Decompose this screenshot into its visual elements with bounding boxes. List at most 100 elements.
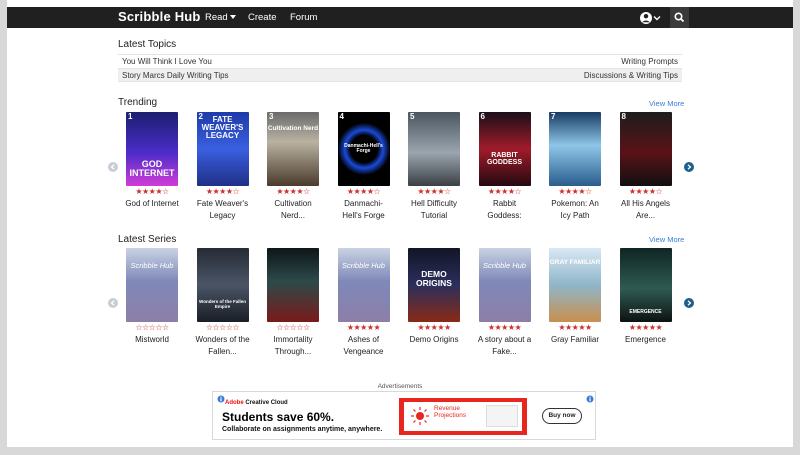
rating-stars: ☆☆☆☆☆ bbox=[276, 323, 310, 332]
series-card[interactable]: 7 ★★★★☆ Pokemon: An Icy Path bbox=[541, 112, 609, 222]
nav-forum[interactable]: Forum bbox=[290, 12, 317, 23]
series-title[interactable]: Hell Difficulty Tutorial bbox=[396, 198, 472, 222]
series-title-line: Emergence bbox=[625, 335, 666, 344]
series-card[interactable]: 4 Danmachi-Hell's Forge ★★★★☆ Danmachi- Hell… bbox=[330, 112, 398, 222]
nav-create[interactable]: Create bbox=[248, 12, 277, 23]
series-card[interactable]: GRAY FAMILIAR ★★★★★ Gray Familiar bbox=[541, 248, 609, 358]
series-title[interactable]: Wonders of the Fallen... bbox=[185, 334, 261, 358]
series-title-line: Fallen... bbox=[208, 347, 237, 356]
series-title-line: Goddess: bbox=[487, 211, 522, 220]
topic-title[interactable]: You Will Think I Love You bbox=[122, 57, 212, 66]
series-cover[interactable]: Scribble Hub bbox=[126, 248, 178, 322]
series-cover[interactable]: 8 bbox=[619, 112, 672, 186]
series-cover[interactable]: DEMO ORIGINS bbox=[408, 248, 460, 322]
series-card[interactable]: 6 RABBIT GODDESS ★★★★☆ Rabbit Goddess: bbox=[471, 112, 539, 222]
series-title[interactable]: Pokemon: An Icy Path bbox=[537, 198, 613, 222]
series-card[interactable]: 1 GOD INTERNET ★★★★☆ God of Internet bbox=[118, 112, 186, 222]
series-title-line: Gray Familiar bbox=[550, 335, 599, 344]
series-title[interactable]: Rabbit Goddess: bbox=[467, 198, 543, 222]
series-title[interactable]: God of Internet bbox=[114, 198, 190, 210]
rank-badge: 8 bbox=[621, 112, 626, 121]
series-title[interactable]: Demo Origins bbox=[396, 334, 472, 346]
series-card[interactable]: DEMO ORIGINS ★★★★★ Demo Origins bbox=[400, 248, 468, 358]
series-title[interactable]: Emergence bbox=[608, 334, 684, 346]
series-title[interactable]: Cultivation Nerd... bbox=[255, 198, 331, 222]
topic-row[interactable]: Story Marcs Daily Writing Tips Discussio… bbox=[118, 68, 682, 82]
series-cover[interactable]: Scribble Hub bbox=[478, 248, 531, 322]
search-button[interactable] bbox=[670, 7, 689, 28]
series-cover[interactable]: 5 bbox=[408, 112, 460, 186]
ad-subline: Collaborate on assignments anytime, anyw… bbox=[222, 426, 383, 433]
ad-info-icon[interactable] bbox=[217, 395, 225, 403]
series-title[interactable]: A story about a Fake... bbox=[467, 334, 543, 358]
trending-prev-button[interactable] bbox=[108, 162, 118, 172]
series-title-line: A story about a bbox=[477, 335, 532, 344]
chevron-down-icon bbox=[653, 16, 661, 21]
topic-row[interactable]: You Will Think I Love You Writing Prompt… bbox=[118, 54, 682, 68]
rank-badge: 3 bbox=[269, 112, 274, 121]
site-logo[interactable]: Scribble Hub bbox=[118, 9, 201, 24]
ad-choices-icon[interactable] bbox=[586, 395, 594, 403]
trending-view-more-link[interactable]: View More bbox=[649, 99, 684, 108]
trending-title: Trending bbox=[118, 97, 158, 108]
series-title-line: Legacy bbox=[209, 211, 236, 220]
series-card[interactable]: 8 ★★★★☆ All His Angels Are... bbox=[612, 112, 680, 222]
series-cover[interactable]: 1 GOD INTERNET bbox=[126, 112, 178, 186]
series-title-line: All His Angels bbox=[621, 199, 670, 208]
series-title[interactable]: Immortality Through... bbox=[255, 334, 331, 358]
series-card[interactable]: 3 Cultivation Nerd ★★★★☆ Cultivation Nerd... bbox=[259, 112, 327, 222]
series-title[interactable]: Mistworld bbox=[114, 334, 190, 346]
series-cover[interactable]: Scribble Hub bbox=[337, 248, 390, 322]
series-title-line: Ashes of bbox=[347, 335, 380, 344]
series-cover[interactable]: 6 RABBIT GODDESS bbox=[478, 112, 531, 186]
series-title[interactable]: Fate Weaver's Legacy bbox=[185, 198, 261, 222]
latest-next-button[interactable] bbox=[684, 298, 694, 308]
series-cover[interactable] bbox=[267, 248, 319, 322]
chevron-left-icon bbox=[110, 300, 115, 306]
latest-series-view-more-link[interactable]: View More bbox=[649, 235, 684, 244]
cover-text: Wonders of the Fallen Empire bbox=[199, 299, 246, 309]
advertisement-banner[interactable]: Adobe Creative Cloud Students save 60%. … bbox=[212, 391, 596, 440]
series-title[interactable]: Danmachi- Hell's Forge bbox=[326, 198, 402, 222]
topic-category[interactable]: Discussions & Writing Tips bbox=[584, 71, 678, 80]
series-title-line: Danmachi- bbox=[344, 199, 383, 208]
series-card[interactable]: Scribble Hub ★★★★★ Ashes of Vengeance bbox=[330, 248, 398, 358]
rank-badge: 7 bbox=[551, 112, 556, 121]
series-card[interactable]: Scribble Hub ☆☆☆☆☆ Mistworld bbox=[118, 248, 186, 358]
series-card[interactable]: 5 ★★★★☆ Hell Difficulty Tutorial bbox=[400, 112, 468, 222]
series-title-line: Wonders of the bbox=[195, 335, 250, 344]
series-card[interactable]: EMERGENCE ★★★★★ Emergence bbox=[612, 248, 680, 358]
series-cover[interactable]: EMERGENCE bbox=[619, 248, 672, 322]
series-title-line: Hell's Forge bbox=[342, 211, 385, 220]
ads-label: Advertisements bbox=[377, 383, 423, 390]
rating-stars: ★★★★☆ bbox=[135, 187, 169, 196]
series-cover[interactable]: 3 Cultivation Nerd bbox=[267, 112, 319, 186]
trending-next-button[interactable] bbox=[684, 162, 694, 172]
ad-buy-now-button[interactable]: Buy now bbox=[542, 408, 582, 424]
series-title-line: Through... bbox=[274, 347, 312, 356]
series-cover[interactable]: 7 bbox=[549, 112, 601, 186]
cover-text: DEMO ORIGINS bbox=[416, 269, 452, 288]
series-cover[interactable]: 4 Danmachi-Hell's Forge bbox=[337, 112, 390, 186]
series-title[interactable]: All His Angels Are... bbox=[608, 198, 684, 222]
series-cover[interactable]: 2 FATE WEAVER'S LEGACY bbox=[196, 112, 249, 186]
series-cover[interactable]: GRAY FAMILIAR bbox=[549, 248, 601, 322]
topic-title[interactable]: Story Marcs Daily Writing Tips bbox=[122, 71, 229, 80]
series-card[interactable]: Wonders of the Fallen Empire ☆☆☆☆☆ Wonders… bbox=[189, 248, 257, 358]
caret-down-icon bbox=[229, 15, 236, 19]
user-menu-button[interactable] bbox=[639, 11, 663, 25]
series-card[interactable]: Scribble Hub ★★★★★ A story about a Fake... bbox=[471, 248, 539, 358]
series-card[interactable]: ☆☆☆☆☆ Immortality Through... bbox=[259, 248, 327, 358]
nav-read[interactable]: Read bbox=[205, 12, 236, 23]
topic-category[interactable]: Writing Prompts bbox=[621, 57, 678, 66]
latest-prev-button[interactable] bbox=[108, 298, 118, 308]
cover-text: Cultivation Nerd bbox=[267, 125, 319, 132]
rating-stars: ★★★★☆ bbox=[205, 187, 240, 196]
series-title-line: Icy Path bbox=[560, 211, 590, 220]
series-title[interactable]: Ashes of Vengeance bbox=[326, 334, 402, 358]
cover-text: EMERGENCE bbox=[629, 309, 662, 315]
trending-carousel: 1 GOD INTERNET ★★★★☆ God of Internet 2 FATE W… bbox=[107, 112, 702, 222]
series-title[interactable]: Gray Familiar bbox=[537, 334, 613, 346]
series-card[interactable]: 2 FATE WEAVER'S LEGACY ★★★★☆ Fate Weaver's L… bbox=[189, 112, 257, 222]
series-cover[interactable]: Wonders of the Fallen Empire bbox=[196, 248, 249, 322]
